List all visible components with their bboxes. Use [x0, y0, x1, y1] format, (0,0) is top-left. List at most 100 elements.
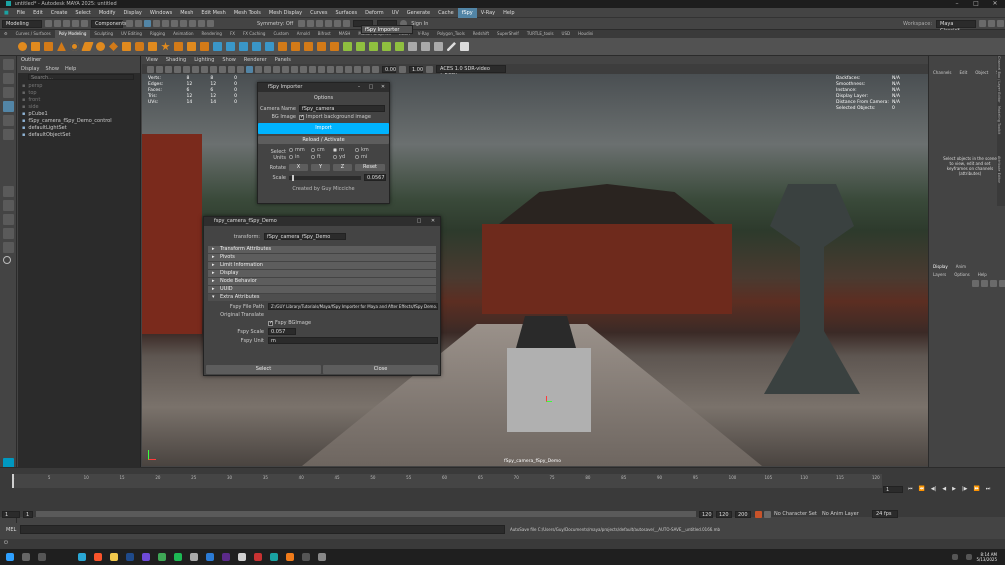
default-material-icon[interactable]: [255, 65, 262, 73]
go-to-start-icon[interactable]: ⏮: [908, 486, 913, 492]
fps-dropdown[interactable]: 24 fps: [872, 510, 898, 518]
svg-tool-icon[interactable]: [200, 42, 209, 51]
outliner-item[interactable]: ▪ front: [18, 97, 140, 104]
pen-icon[interactable]: [447, 42, 456, 51]
adobe-app-icon[interactable]: [254, 553, 262, 561]
section-transform-attributes[interactable]: Transform Attributes: [208, 246, 436, 253]
shadows-icon[interactable]: [291, 65, 298, 73]
vscode-icon[interactable]: [206, 553, 214, 561]
shelf-settings-icon[interactable]: ⚙: [0, 30, 12, 38]
close-window-button[interactable]: ✕: [988, 0, 1002, 8]
section-node-behavior[interactable]: Node Behavior: [208, 278, 436, 285]
section-display[interactable]: Display: [208, 270, 436, 277]
insert-loop-icon[interactable]: [395, 42, 404, 51]
scale-value-field[interactable]: 0.0567: [364, 174, 386, 181]
shelf-tab-fx-caching[interactable]: FX Caching: [239, 30, 269, 38]
rotate-y-button[interactable]: Y: [311, 164, 330, 171]
command-input[interactable]: [20, 525, 505, 534]
step-back-key-icon[interactable]: ⏪: [919, 486, 925, 492]
image-plane-icon[interactable]: [174, 65, 181, 73]
shelf-tab-fx[interactable]: FX: [226, 30, 239, 38]
menu-file[interactable]: File: [13, 8, 29, 18]
ambient-occlusion-icon[interactable]: [300, 65, 307, 73]
minimize-button[interactable]: –: [950, 0, 964, 8]
poly-pipe-icon[interactable]: [122, 42, 131, 51]
outliner-item[interactable]: ▪ fSpy_camera_fSpy_Demo_control: [18, 118, 140, 125]
time-slider[interactable]: 1510152025303540455055606570758085909510…: [12, 474, 882, 488]
menu-uv[interactable]: UV: [388, 8, 403, 18]
poly-torus-icon[interactable]: [70, 42, 79, 51]
new-layer-icon[interactable]: [972, 280, 979, 287]
move-tool-icon[interactable]: [3, 101, 14, 112]
menu-edit[interactable]: Edit: [29, 8, 47, 18]
redo-icon[interactable]: [81, 20, 88, 27]
outliner-menu-display[interactable]: Display: [18, 65, 42, 73]
uv-editor-icon[interactable]: [325, 20, 333, 27]
pivot-manipulator-icon[interactable]: [546, 396, 552, 402]
side-tab-attribute-editor[interactable]: Attribute Editor: [997, 156, 1001, 206]
outliner-item[interactable]: ▪ defaultObjectSet: [18, 132, 140, 139]
exposure-field[interactable]: 0.00: [382, 65, 396, 73]
open-scene-icon[interactable]: [54, 20, 61, 27]
current-frame-field[interactable]: 1: [883, 486, 903, 493]
extra-attributes-section[interactable]: Extra Attributes: [208, 294, 436, 301]
range-start-field[interactable]: 1: [2, 510, 20, 518]
import-button[interactable]: Import: [258, 123, 389, 134]
hypershade-icon[interactable]: [334, 20, 342, 27]
spotify-icon[interactable]: [174, 553, 182, 561]
xray-active-icon[interactable]: [354, 65, 361, 73]
xray-icon[interactable]: [345, 65, 352, 73]
boolean-icon[interactable]: [252, 42, 261, 51]
snap-curve-icon[interactable]: [162, 20, 169, 27]
two-view-icon[interactable]: [3, 214, 14, 225]
character-set-dropdown[interactable]: No Character Set: [774, 511, 820, 517]
side-tab-modeling-toolkit[interactable]: Modeling Toolkit: [997, 106, 1001, 156]
shelf-tab-turtle-tools[interactable]: TURTLE_tools: [523, 30, 558, 38]
menu-deform[interactable]: Deform: [361, 8, 388, 18]
exposure-icon[interactable]: [372, 65, 379, 73]
scale-slider-handle[interactable]: [292, 174, 294, 181]
step-back-frame-icon[interactable]: ◀︎|: [931, 486, 937, 492]
channel-box-tab-channels[interactable]: Channels: [933, 70, 952, 75]
fspy-maximize-button[interactable]: □: [366, 83, 376, 92]
layer-down-icon[interactable]: [999, 280, 1005, 287]
menu-mesh-display[interactable]: Mesh Display: [265, 8, 306, 18]
snap-grid-icon[interactable]: [153, 20, 160, 27]
film-gate-icon[interactable]: [192, 65, 199, 73]
menu-mesh[interactable]: Mesh: [176, 8, 197, 18]
shelf-tab-animation[interactable]: Animation: [169, 30, 197, 38]
poly-cone-icon[interactable]: [57, 42, 66, 51]
fspy-unit-field[interactable]: m: [268, 337, 438, 344]
outliner-item[interactable]: ▪ pCube1: [18, 111, 140, 118]
camera-name-input[interactable]: fSpy_camera: [299, 105, 385, 112]
shelf-tab-usd[interactable]: USD: [558, 30, 575, 38]
shelf-tab-poly-modeling[interactable]: Poly Modeling: [54, 30, 91, 38]
clock[interactable]: 8:14 AM 5/13/2025: [976, 552, 997, 562]
current-time-marker[interactable]: [12, 474, 14, 488]
houdini-icon[interactable]: [286, 553, 294, 561]
layer-menu-help[interactable]: Help: [978, 272, 987, 277]
side-tab-channel-box-layer-editor[interactable]: Channel Box / Layer Editor: [997, 56, 1001, 106]
shelf-tab-bifrost[interactable]: Bifrost: [314, 30, 335, 38]
fill-hole-icon[interactable]: [330, 42, 339, 51]
rotate-x-button[interactable]: X: [289, 164, 308, 171]
poly-sphere-icon[interactable]: [18, 42, 27, 51]
reload-activate-header[interactable]: Reload / Activate: [258, 136, 389, 144]
terminal-icon[interactable]: [302, 553, 310, 561]
outliner-menu-show[interactable]: Show: [42, 65, 62, 73]
unit-radio-mi[interactable]: mi: [355, 154, 377, 160]
super-shape-icon[interactable]: [148, 42, 157, 51]
layer-tab-anim[interactable]: Anim: [956, 264, 966, 269]
unit-radio-km[interactable]: km: [355, 147, 377, 153]
maximize-button[interactable]: □: [969, 0, 983, 8]
render-settings-icon[interactable]: [207, 20, 214, 27]
edge-browser-icon[interactable]: [78, 553, 86, 561]
four-view-icon[interactable]: [3, 200, 14, 211]
mel-label[interactable]: MEL: [6, 527, 16, 533]
key-settings-icon[interactable]: [764, 510, 771, 518]
outliner-item[interactable]: ▪ persp: [18, 83, 140, 90]
ipr-render-icon[interactable]: [198, 20, 205, 27]
unit-radio-m[interactable]: m: [333, 147, 355, 153]
viewport-menu-renderer[interactable]: Renderer: [240, 56, 271, 64]
target-weld-icon[interactable]: [356, 42, 365, 51]
